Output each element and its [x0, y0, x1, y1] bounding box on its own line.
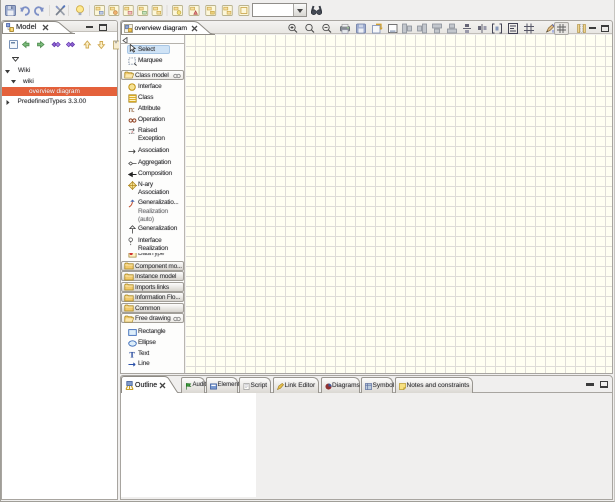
- svg-text:T: T: [129, 350, 135, 358]
- svg-text:n:: n:: [129, 105, 135, 114]
